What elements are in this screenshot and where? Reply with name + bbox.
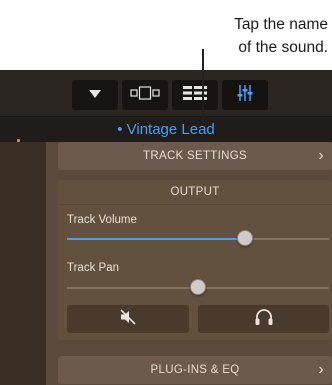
mixer-button[interactable] <box>222 80 268 110</box>
plugins-eq-row[interactable]: PLUG-INS & EQ › <box>58 356 332 384</box>
track-name-bar: • Vintage Lead <box>0 117 332 142</box>
chevron-right-icon: › <box>318 147 324 164</box>
tracks-list-button[interactable] <box>172 80 218 110</box>
track-pan-slider[interactable] <box>67 279 329 295</box>
callout: Tap the name of the sound. <box>0 0 332 70</box>
headphones-icon <box>254 308 274 331</box>
track-volume-label: Track Volume <box>67 214 137 226</box>
output-section: OUTPUT Track Volume Track Pan <box>58 180 332 340</box>
callout-text: Tap the name of the sound. <box>234 13 328 59</box>
track-volume-fill <box>67 238 245 240</box>
browser-dropdown-button[interactable] <box>72 80 118 110</box>
dropdown-triangle-icon <box>88 86 102 104</box>
track-view-button[interactable] <box>122 80 168 110</box>
toolbar-button-group <box>72 80 268 110</box>
speaker-muted-icon <box>119 308 137 331</box>
plugins-eq-label: PLUG-INS & EQ <box>150 364 240 376</box>
mixer-icon <box>237 84 253 107</box>
track-controls-panel: TRACK SETTINGS › OUTPUT Track Volume Tra… <box>46 142 332 385</box>
track-view-icon <box>130 85 160 105</box>
garageband-app: • Vintage Lead TRACK SETTINGS › OUTPUT T… <box>0 70 332 385</box>
sound-name-button[interactable]: • Vintage Lead <box>117 121 215 138</box>
track-pan-label: Track Pan <box>67 262 119 274</box>
callout-leader-line <box>202 49 204 123</box>
track-settings-row[interactable]: TRACK SETTINGS › <box>58 142 332 170</box>
track-header-strip <box>0 142 46 385</box>
track-volume-slider[interactable] <box>67 230 329 246</box>
track-pan-knob[interactable] <box>190 279 206 295</box>
output-title: OUTPUT <box>58 180 332 205</box>
chevron-right-icon: › <box>318 361 324 378</box>
track-indicator-dot <box>17 139 20 142</box>
toolbar <box>0 70 332 117</box>
track-settings-label: TRACK SETTINGS <box>143 150 247 162</box>
monitor-button[interactable] <box>198 305 329 333</box>
mute-button[interactable] <box>67 305 189 333</box>
track-volume-knob[interactable] <box>237 230 253 246</box>
callout-line-1: Tap the name <box>234 16 328 33</box>
callout-line-2: of the sound. <box>238 39 328 56</box>
